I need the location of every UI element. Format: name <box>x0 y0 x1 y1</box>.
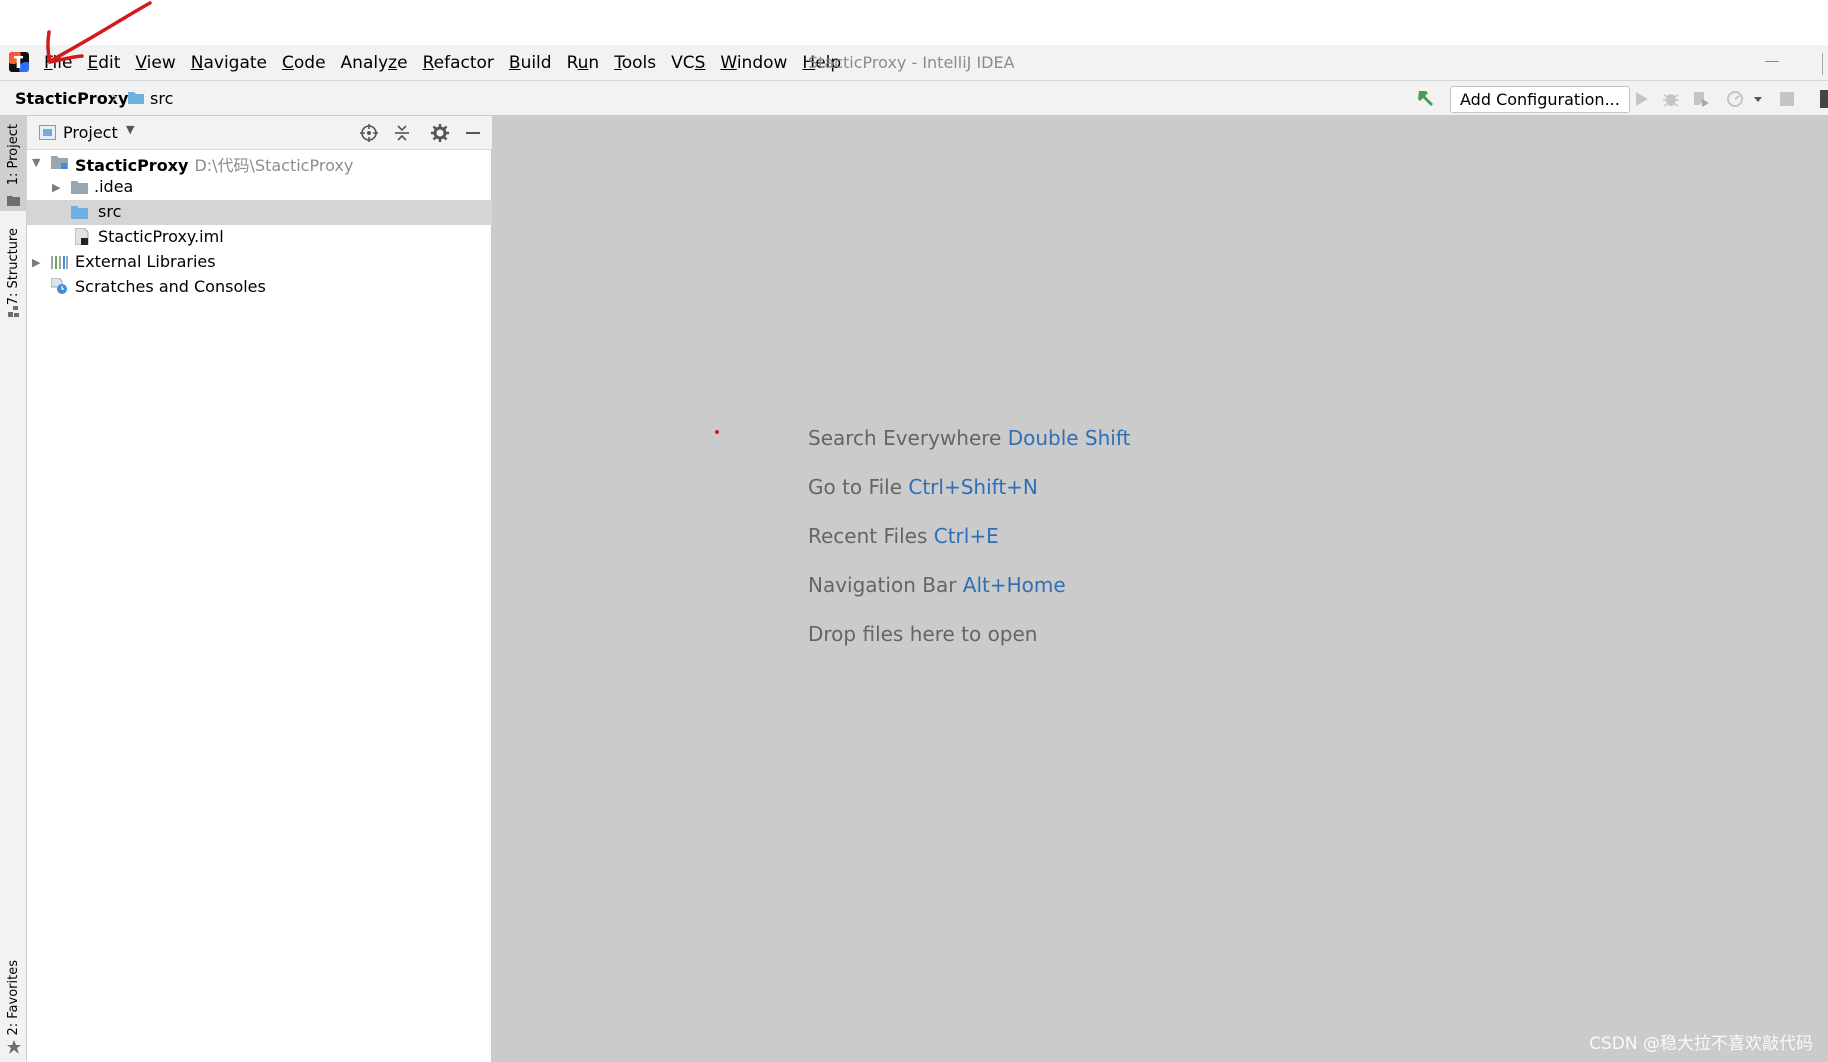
project-panel: Project ▼ ▼ StacticProxy D:\代码\StacticPr… <box>27 116 492 1062</box>
star-icon <box>7 1040 21 1054</box>
menu-refactor[interactable]: Refactor <box>423 53 494 73</box>
tree-root-name: StacticProxy <box>75 156 189 175</box>
expanded-arrow-icon[interactable]: ▼ <box>32 156 40 169</box>
run-icon[interactable] <box>1631 89 1651 109</box>
module-folder-icon <box>51 156 68 169</box>
profiler-icon[interactable] <box>1726 89 1746 109</box>
tree-src-label: src <box>98 202 122 221</box>
stop-icon[interactable] <box>1780 92 1794 106</box>
tree-idea-label: .idea <box>94 177 134 196</box>
menu-navigate[interactable]: Navigate <box>191 53 267 73</box>
run-with-coverage-icon[interactable] <box>1691 89 1711 109</box>
window-title: StacticProxy - IntelliJ IDEA <box>808 53 1015 72</box>
build-hammer-icon[interactable] <box>1415 87 1437 109</box>
gear-icon[interactable] <box>430 123 450 143</box>
tree-row-iml[interactable]: StacticProxy.iml <box>27 225 492 250</box>
locate-file-icon[interactable] <box>359 123 379 143</box>
tab-favorites-label: 2: Favorites <box>6 960 21 1036</box>
tab-structure[interactable]: 7: Structure <box>0 226 27 326</box>
menu-bar: File Edit View Navigate Code Analyze Ref… <box>0 45 1828 80</box>
tree-root-label: StacticProxy D:\代码\StacticProxy <box>75 152 353 176</box>
tab-favorites[interactable]: 2: Favorites <box>0 956 27 1062</box>
chevron-down-icon[interactable] <box>1748 89 1768 109</box>
tree-scratches-label: Scratches and Consoles <box>75 277 266 296</box>
window-edge <box>1822 53 1828 75</box>
add-configuration-button[interactable]: Add Configuration... <box>1450 86 1630 113</box>
source-folder-icon <box>71 206 88 219</box>
breadcrumb-src[interactable]: src <box>150 89 173 108</box>
chevron-down-icon[interactable]: ▼ <box>126 123 134 136</box>
menu-code[interactable]: Code <box>282 53 326 73</box>
tab-project[interactable]: 1: Project <box>0 116 27 211</box>
toolbar-edge <box>1820 90 1828 108</box>
project-view-icon <box>39 125 56 140</box>
collapsed-arrow-icon[interactable]: ▶ <box>52 181 60 194</box>
tab-project-label: 1: Project <box>6 124 21 186</box>
project-view-title[interactable]: Project <box>63 123 118 142</box>
menu-build[interactable]: Build <box>509 53 552 73</box>
hint-recent-files: Recent Files Ctrl+E <box>808 524 999 548</box>
tree-external-libraries-label: External Libraries <box>75 252 216 271</box>
left-tool-stripe: 1: Project 7: Structure 2: Favorites <box>0 116 27 1062</box>
scratches-icon <box>51 278 67 294</box>
menu-run[interactable]: Run <box>567 53 600 73</box>
menu-edit[interactable]: Edit <box>87 53 120 73</box>
library-icon <box>51 256 68 269</box>
project-panel-header: Project ▼ <box>27 116 492 150</box>
breadcrumb-separator-icon: › <box>111 87 119 108</box>
folder-icon <box>71 181 88 194</box>
intellij-logo-icon[interactable] <box>9 52 29 72</box>
menu-vcs[interactable]: VCS <box>671 53 705 73</box>
shortcut-label: Alt+Home <box>962 573 1066 597</box>
editor-hints: Search Everywhere Double Shift Go to Fil… <box>808 426 1130 671</box>
hint-navigation-bar: Navigation Bar Alt+Home <box>808 573 1066 597</box>
annotation-dot <box>715 430 719 434</box>
debug-icon[interactable] <box>1661 89 1681 109</box>
top-margin <box>0 0 1828 45</box>
tree-iml-label: StacticProxy.iml <box>98 227 224 246</box>
shortcut-label: Ctrl+E <box>933 524 999 548</box>
csdn-watermark: CSDN @稳大拉不喜欢敲代码 <box>1589 1034 1813 1054</box>
tab-structure-label: 7: Structure <box>6 228 21 306</box>
menu-items: File Edit View Navigate Code Analyze Ref… <box>44 45 856 80</box>
folder-icon <box>7 196 20 206</box>
menu-analyze[interactable]: Analyze <box>341 53 408 73</box>
structure-icon <box>8 306 19 317</box>
folder-icon <box>128 92 144 104</box>
menu-window[interactable]: Window <box>720 53 787 73</box>
menu-tools[interactable]: Tools <box>614 53 656 73</box>
hide-panel-icon[interactable] <box>463 123 483 143</box>
tree-row-external-libraries[interactable]: ▶ External Libraries <box>27 250 492 275</box>
shortcut-label: Ctrl+Shift+N <box>908 475 1038 499</box>
intellij-window: File Edit View Navigate Code Analyze Ref… <box>0 0 1828 1062</box>
shortcut-label: Double Shift <box>1007 426 1131 450</box>
collapse-all-icon[interactable] <box>392 123 412 143</box>
hint-go-to-file: Go to File Ctrl+Shift+N <box>808 475 1038 499</box>
collapsed-arrow-icon[interactable]: ▶ <box>32 256 40 269</box>
menu-view[interactable]: View <box>135 53 175 73</box>
menu-file[interactable]: File <box>44 53 72 73</box>
tree-row-root[interactable]: ▼ StacticProxy D:\代码\StacticProxy <box>27 150 492 175</box>
editor-empty-area[interactable]: Search Everywhere Double Shift Go to Fil… <box>492 116 1828 1062</box>
hint-drop-files: Drop files here to open <box>808 622 1038 646</box>
tree-root-path: D:\代码\StacticProxy <box>194 156 354 175</box>
navigation-bar: StacticProxy › src Add Configuration... <box>0 80 1828 116</box>
hint-search-everywhere: Search Everywhere Double Shift <box>808 426 1131 450</box>
tree-row-scratches[interactable]: Scratches and Consoles <box>27 275 492 300</box>
iml-file-icon <box>75 228 89 245</box>
tree-row-idea[interactable]: ▶ .idea <box>27 175 492 200</box>
minimize-icon[interactable] <box>1765 61 1779 62</box>
tree-row-src[interactable]: src <box>27 200 492 225</box>
